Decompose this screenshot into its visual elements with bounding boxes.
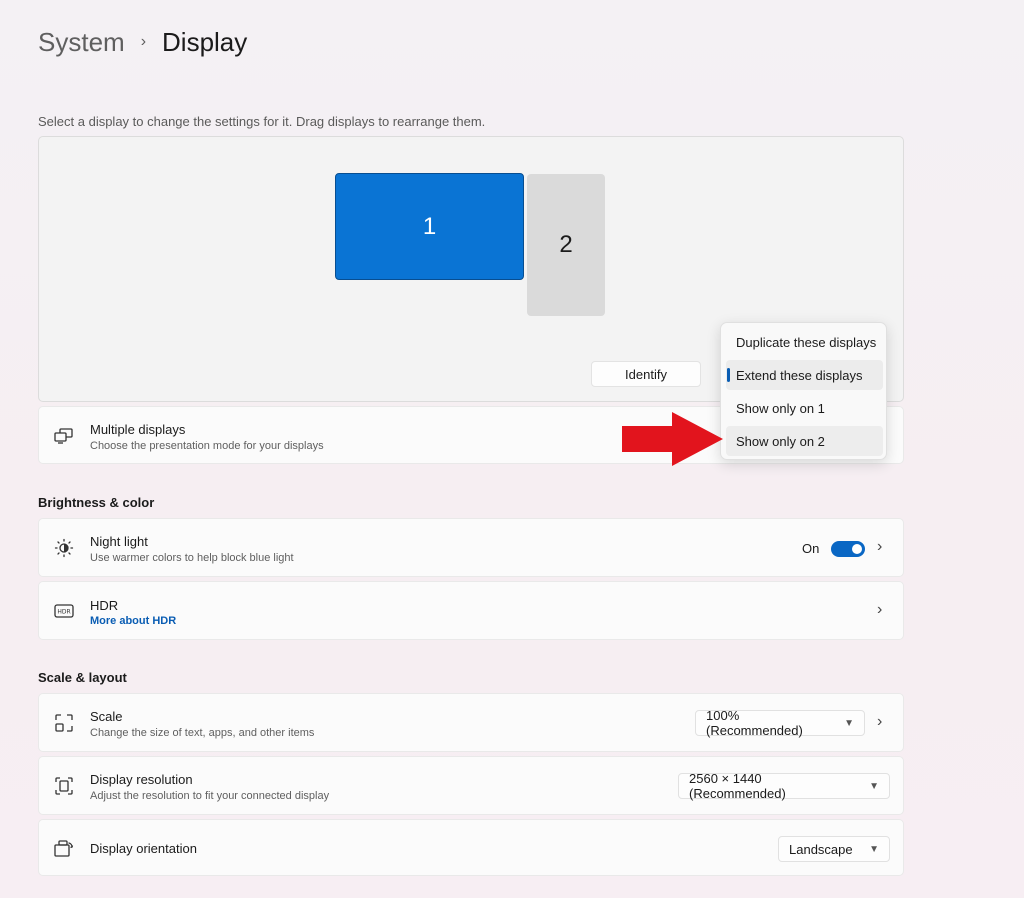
night-light-icon — [53, 537, 75, 559]
menu-item-show-only-2[interactable]: Show only on 2 — [726, 426, 883, 456]
resolution-value: 2560 × 1440 (Recommended) — [689, 771, 786, 801]
resolution-dropdown[interactable]: 2560 × 1440 (Recommended) ▼ — [678, 771, 890, 801]
multiple-displays-icon — [53, 425, 75, 447]
scale-card[interactable]: Scale Change the size of text, apps, and… — [38, 693, 904, 752]
multiple-displays-subtitle: Choose the presentation mode for your di… — [90, 440, 324, 452]
hdr-icon: HDR — [53, 600, 75, 622]
orientation-icon — [53, 838, 75, 860]
display-orientation-card[interactable]: Display orientation Landscape ▼ — [38, 819, 904, 876]
monitor-1[interactable]: 1 — [335, 173, 524, 280]
presentation-mode-menu: Duplicate these displays Extend these di… — [720, 322, 887, 460]
chevron-right-icon[interactable]: › — [877, 713, 882, 731]
chevron-down-icon: ▼ — [869, 780, 879, 792]
page-title: Display — [162, 26, 248, 57]
resolution-icon — [53, 775, 75, 797]
breadcrumb: System › Display — [38, 24, 247, 60]
display-orientation-title: Display orientation — [90, 841, 197, 856]
night-light-card[interactable]: Night light Use warmer colors to help bl… — [38, 518, 904, 577]
monitor-1-label: 1 — [422, 212, 437, 240]
orientation-dropdown[interactable]: Landscape ▼ — [778, 836, 890, 862]
selected-indicator — [727, 368, 730, 382]
chevron-right-icon[interactable]: › — [877, 538, 882, 556]
arrangement-hint: Select a display to change the settings … — [38, 114, 486, 129]
display-resolution-title: Display resolution — [90, 772, 193, 787]
scale-title: Scale — [90, 709, 123, 724]
chevron-right-icon[interactable]: › — [877, 601, 882, 619]
menu-item-extend[interactable]: Extend these displays — [726, 360, 883, 390]
section-heading-scale-layout: Scale & layout — [38, 670, 127, 685]
night-light-toggle[interactable] — [831, 541, 865, 557]
breadcrumb-parent[interactable]: System — [38, 27, 125, 58]
scale-icon — [53, 712, 75, 734]
night-light-subtitle: Use warmer colors to help block blue lig… — [90, 552, 294, 564]
svg-text:HDR: HDR — [57, 609, 70, 616]
night-light-title: Night light — [90, 534, 148, 549]
chevron-down-icon: ▼ — [869, 843, 879, 855]
night-light-state-label: On — [802, 541, 820, 556]
menu-item-show-only-1[interactable]: Show only on 1 — [726, 393, 883, 423]
orientation-value: Landscape — [789, 841, 853, 857]
multiple-displays-title: Multiple displays — [90, 422, 186, 437]
hdr-title: HDR — [90, 598, 119, 613]
section-heading-brightness: Brightness & color — [38, 495, 155, 510]
annotation-arrow-icon — [622, 412, 723, 466]
display-resolution-card[interactable]: Display resolution Adjust the resolution… — [38, 756, 904, 815]
menu-item-duplicate[interactable]: Duplicate these displays — [726, 327, 883, 357]
menu-item-extend-label: Extend these displays — [736, 367, 863, 383]
toggle-knob — [852, 544, 862, 554]
scale-subtitle: Change the size of text, apps, and other… — [90, 727, 315, 739]
identify-button[interactable]: Identify — [591, 361, 701, 387]
more-about-hdr-link[interactable]: More about HDR — [90, 615, 176, 627]
monitor-2-label: 2 — [559, 231, 573, 258]
chevron-down-icon: ▼ — [844, 717, 854, 729]
scale-dropdown[interactable]: 100% (Recommended) ▼ — [695, 708, 865, 738]
display-resolution-subtitle: Adjust the resolution to fit your connec… — [90, 790, 330, 802]
hdr-card[interactable]: HDR HDR More about HDR › — [38, 581, 904, 640]
scale-value: 100% (Recommended) — [706, 708, 803, 738]
monitor-2[interactable]: 2 — [527, 174, 605, 316]
breadcrumb-separator-icon: › — [140, 33, 147, 50]
